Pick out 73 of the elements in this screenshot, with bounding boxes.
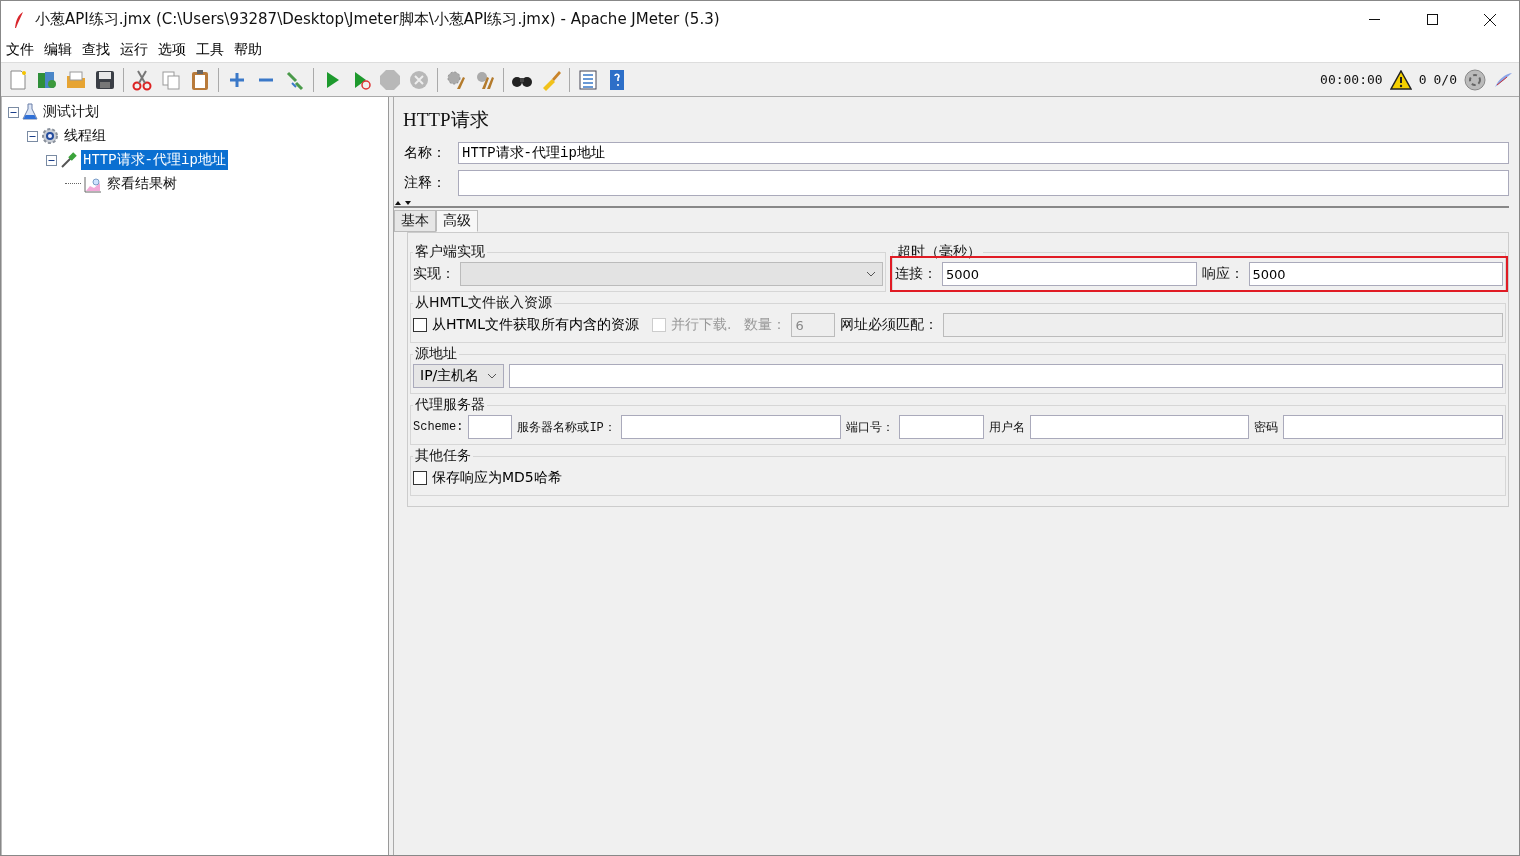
checkbox-label[interactable]: 从HTML文件获取所有内含的资源	[432, 316, 639, 334]
input-field[interactable]	[1029, 415, 1250, 439]
field-label: 服务器名称或IP：	[517, 419, 616, 436]
dropper-icon	[60, 151, 78, 169]
split-arrows-icon[interactable]	[394, 200, 412, 206]
checkbox-label[interactable]: 保存响应为MD5哈希	[432, 469, 562, 487]
cut-icon[interactable]	[131, 68, 153, 91]
field-label: 名称：	[404, 144, 447, 162]
field-label: 实现：	[413, 265, 455, 283]
feather-logo-icon	[1493, 70, 1513, 89]
field-label: 注释：	[404, 174, 447, 192]
name-field[interactable]: HTTP请求-代理ip地址	[458, 142, 1509, 164]
menu-item[interactable]: 查找	[81, 41, 111, 59]
tab[interactable]: 高级	[436, 210, 478, 232]
copy-icon[interactable]	[160, 68, 182, 91]
save-icon[interactable]	[94, 68, 116, 91]
checkbox[interactable]	[413, 471, 427, 485]
chevron-down-icon	[487, 373, 498, 379]
field-label: 密码	[1254, 419, 1279, 436]
input-field[interactable]	[509, 364, 1503, 388]
dropdown[interactable]: IP/主机名	[413, 364, 505, 388]
collapse-icon[interactable]	[8, 106, 19, 118]
open-icon[interactable]	[65, 68, 87, 91]
tree-item[interactable]: 察看结果树	[105, 174, 179, 194]
new-icon[interactable]	[7, 68, 29, 91]
input-field[interactable]	[898, 415, 984, 439]
input-field[interactable]: 5000	[1248, 262, 1503, 286]
collapse-icon[interactable]	[27, 130, 38, 142]
menu-item[interactable]: 文件	[5, 41, 35, 59]
section-title: 其他任务	[414, 447, 472, 465]
field-label: 用户名	[988, 419, 1025, 436]
field-label: 响应：	[1201, 265, 1244, 283]
gear-icon	[41, 127, 59, 145]
field-label: 连接：	[895, 265, 937, 283]
tree-item[interactable]: 测试计划	[41, 102, 101, 122]
tree-item[interactable]: HTTP请求-代理ip地址	[81, 150, 228, 170]
input-field[interactable]	[468, 415, 513, 439]
close-icon	[1484, 13, 1496, 26]
field-label: 数量：	[744, 316, 787, 334]
menu-item[interactable]: 选项	[157, 41, 187, 59]
chevron-down-icon	[866, 271, 876, 277]
window-title: 小葱API练习.jmx (C:\Users\93287\Desktop\Jmeter脚本\小葱API练习.jmx) - Apache JMeter (5.3)	[35, 10, 720, 29]
menu-item[interactable]: 编辑	[43, 41, 73, 59]
feather-icon	[13, 10, 25, 29]
menu-item[interactable]: 帮助	[233, 41, 263, 59]
elapsed-time: 00:00:00	[1320, 72, 1383, 87]
warning-icon[interactable]	[1389, 69, 1412, 90]
thread-count: 0/0	[1433, 72, 1457, 87]
checkbox[interactable]	[413, 318, 427, 332]
field-label: 端口号：	[845, 419, 894, 436]
section-title: 代理服务器	[414, 396, 486, 414]
field-label: 网址必须匹配：	[840, 316, 939, 334]
menu-item[interactable]: 运行	[119, 41, 149, 59]
shutdown-icon[interactable]	[408, 68, 430, 91]
input-field[interactable]	[620, 415, 841, 439]
collapse-icon[interactable]	[46, 154, 57, 166]
error-count: 0	[1418, 72, 1427, 87]
tree-item[interactable]: 线程组	[62, 126, 108, 146]
panel-title: HTTP请求	[402, 108, 490, 132]
stop-icon[interactable]	[379, 68, 401, 91]
section-title: 源地址	[414, 345, 458, 363]
section-title: 从HMTL文件嵌入资源	[414, 294, 553, 312]
tab[interactable]: 基本	[394, 210, 436, 232]
input-field[interactable]: 5000	[942, 262, 1197, 286]
chart-icon	[84, 175, 102, 193]
maximize-icon	[1426, 14, 1438, 25]
input-field[interactable]	[1283, 415, 1503, 439]
flask-icon	[22, 103, 38, 121]
comment-field[interactable]	[458, 170, 1509, 196]
paste-icon[interactable]	[189, 68, 211, 91]
section-title: 客户端实现	[414, 243, 486, 261]
menu-item[interactable]: 工具	[195, 41, 225, 59]
field-label: Scheme:	[413, 420, 464, 434]
